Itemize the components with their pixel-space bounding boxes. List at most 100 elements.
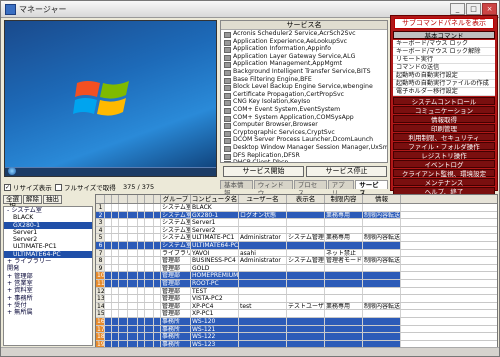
- tree-node[interactable]: + 事務所: [4, 295, 92, 302]
- tree-node[interactable]: BLACK: [4, 214, 92, 221]
- command-item[interactable]: 起動時の自動実行設定: [393, 72, 495, 80]
- tab-item[interactable]: サービス: [355, 180, 388, 197]
- command-group[interactable]: 利用制限、セキュリティ: [393, 133, 495, 142]
- minimize-button[interactable]: _: [450, 3, 465, 15]
- service-item[interactable]: Block Level Backup Engine Service,wbengi…: [221, 83, 387, 91]
- resize-option[interactable]: ✓ リサイズ表示: [4, 182, 52, 192]
- command-group[interactable]: 印刷管理: [393, 124, 495, 133]
- command-item[interactable]: リモート実行: [393, 56, 495, 64]
- grid-column-header[interactable]: [112, 195, 119, 203]
- service-item[interactable]: DFS Replication,DFSR: [221, 152, 387, 160]
- command-group[interactable]: メンテナンス: [393, 178, 495, 187]
- table-row[interactable]: 1 システム室 BLACK: [96, 204, 497, 212]
- tree-button[interactable]: 全選択: [3, 195, 22, 210]
- tree-node[interactable]: + 無所属: [4, 309, 92, 316]
- tree-node[interactable]: ULTIMATE-PC1: [4, 243, 92, 250]
- tree-node[interactable]: Server2: [4, 236, 92, 243]
- service-item[interactable]: Application Management,AppMgmt: [221, 60, 387, 68]
- grid-column-header[interactable]: [96, 195, 105, 203]
- service-item[interactable]: DCOM Server Process Launcher,DcomLaunch: [221, 136, 387, 144]
- table-row[interactable]: 10 管理部 HOMEPREMIUM...: [96, 272, 497, 280]
- command-group[interactable]: コミュニケーション: [393, 106, 495, 115]
- command-group[interactable]: システムコントロール: [393, 97, 495, 106]
- tree-node[interactable]: - システム室: [4, 207, 92, 214]
- service-list[interactable]: サービス名 Acronis Scheduler2 Service,AcrSch2…: [220, 20, 388, 163]
- fullsize-option[interactable]: フルサイズで取得: [55, 182, 116, 192]
- screen-preview[interactable]: [4, 20, 217, 177]
- command-group[interactable]: レジストリ操作: [393, 151, 495, 160]
- service-start-button[interactable]: サービス開始: [223, 166, 304, 177]
- grid-column-header[interactable]: 制限内容: [325, 195, 363, 203]
- command-item[interactable]: キーボード/マウス ロック解除: [393, 48, 495, 56]
- service-item[interactable]: Cryptographic Services,CryptSvc: [221, 129, 387, 137]
- table-row[interactable]: 2 システム室GX280-1ログオン状態 業務専用制限内容転送完了: [96, 211, 497, 220]
- grid-column-header[interactable]: ユーザー名: [239, 195, 287, 203]
- service-stop-button[interactable]: サービス停止: [306, 166, 387, 177]
- service-item[interactable]: COM+ Event System,EventSystem: [221, 106, 387, 114]
- grid-column-header[interactable]: [119, 195, 128, 203]
- table-row[interactable]: 8 管理部BUSINESS-PC4Administratorシステム管理者管理者モ…: [96, 257, 497, 265]
- tree-node[interactable]: ULTIMATE64-PC: [4, 250, 92, 259]
- service-item[interactable]: Certificate Propagation,CertPropSvc: [221, 91, 387, 99]
- grid-column-header[interactable]: 表示名: [287, 195, 325, 203]
- fullsize-checkbox[interactable]: [55, 183, 62, 191]
- table-row[interactable]: 13 管理部 VISTA-PC2: [96, 295, 497, 303]
- service-item[interactable]: COM+ System Application,COMSysApp: [221, 114, 387, 122]
- service-item[interactable]: Acronis Scheduler2 Service,AcrSch2Svc: [221, 30, 387, 38]
- table-row[interactable]: 15 管理部 XP-PC1: [96, 310, 497, 318]
- table-row[interactable]: 9 管理部 GOLD: [96, 264, 497, 273]
- tab-item[interactable]: アプリ: [327, 180, 355, 197]
- maximize-button[interactable]: □: [466, 3, 481, 15]
- command-item[interactable]: コマンドの送信: [393, 64, 495, 72]
- service-item[interactable]: CNG Key Isolation,KeyIso: [221, 98, 387, 106]
- command-item[interactable]: 電子ホルダー移行設定: [393, 88, 495, 96]
- command-group[interactable]: クライアント監視、環境設定: [393, 169, 495, 178]
- tree-button[interactable]: 解除: [23, 195, 42, 204]
- command-group[interactable]: 基本コマンド: [393, 31, 495, 40]
- service-item[interactable]: Background Intelligent Transfer Service,…: [221, 68, 387, 76]
- grid-column-header[interactable]: [138, 195, 145, 203]
- service-item[interactable]: Application Layer Gateway Service,ALG: [221, 53, 387, 61]
- service-item[interactable]: DHCP Client,Dhcp: [221, 159, 387, 162]
- command-item[interactable]: キーボード/マウス ロック: [393, 40, 495, 48]
- command-group[interactable]: 情報取得: [393, 115, 495, 124]
- grid-column-header[interactable]: [128, 195, 138, 203]
- grid-column-header[interactable]: [154, 195, 161, 203]
- service-item[interactable]: Application Information,Appinfo: [221, 45, 387, 53]
- service-item[interactable]: Computer Browser,Browser: [221, 121, 387, 129]
- table-row[interactable]: 6 システム室 ULTIMATE64-PC: [96, 241, 497, 250]
- command-group[interactable]: ファイル・フォルダ操作: [393, 142, 495, 151]
- service-item[interactable]: Desktop Window Manager Session Manager,U…: [221, 144, 387, 152]
- table-row[interactable]: 16 事務所 WS-120: [96, 317, 497, 326]
- tree-node[interactable]: + 資料室: [4, 287, 92, 294]
- table-row[interactable]: 18 事務所 WS-122: [96, 333, 497, 341]
- tree-node[interactable]: 開発: [4, 265, 92, 272]
- table-row[interactable]: 5 システム室ULTIMATE-PC1Administratorシステム管理者業務…: [96, 234, 497, 242]
- table-row[interactable]: 3 システム室 Server1: [96, 219, 497, 227]
- grid-column-header[interactable]: [145, 195, 154, 203]
- service-item[interactable]: Application Experience,AeLookupSvc: [221, 38, 387, 46]
- table-row[interactable]: 11 管理部 ROOT-PC: [96, 279, 497, 288]
- grid-column-header[interactable]: グループ: [161, 195, 191, 203]
- tab-item[interactable]: ウィンドウ: [253, 180, 293, 197]
- tree-button[interactable]: 抽出: [43, 195, 62, 204]
- tab-item[interactable]: 基本情報: [220, 180, 253, 197]
- subcommand-panel-toggle[interactable]: サブコマンドパネルを表示: [394, 18, 494, 29]
- service-item[interactable]: Base Filtering Engine,BFE: [221, 76, 387, 84]
- close-button[interactable]: ×: [482, 3, 497, 15]
- command-group[interactable]: イベントログ: [393, 160, 495, 169]
- command-item[interactable]: 起動時の自動実行ファイルの作成: [393, 80, 495, 88]
- tree-node[interactable]: + 管理部: [4, 273, 92, 280]
- tree-node[interactable]: GX280-1: [4, 221, 92, 229]
- tab-item[interactable]: プロセス: [293, 180, 327, 197]
- table-row[interactable]: 12 管理部 TEST: [96, 287, 497, 296]
- grid-column-header[interactable]: 情報: [363, 195, 401, 203]
- grid-column-header[interactable]: [105, 195, 112, 203]
- client-grid[interactable]: グループ コンピュータ名 ユーザー名 表示名 制限内容 情報 1 システム室 BLACK 2 シス…: [95, 194, 498, 348]
- table-row[interactable]: 7 ライブラリーYAVOIasahi ネット禁止: [96, 249, 497, 258]
- grid-column-header[interactable]: コンピュータ名: [191, 195, 239, 203]
- table-row[interactable]: 17 事務所 WS-121: [96, 325, 497, 334]
- table-row[interactable]: 4 システム室 Server2: [96, 226, 497, 235]
- tree-node[interactable]: Server1: [4, 229, 92, 236]
- table-row[interactable]: 14 管理部XP-PC4testテストユーザー業務専用制限内容転送完了: [96, 302, 497, 311]
